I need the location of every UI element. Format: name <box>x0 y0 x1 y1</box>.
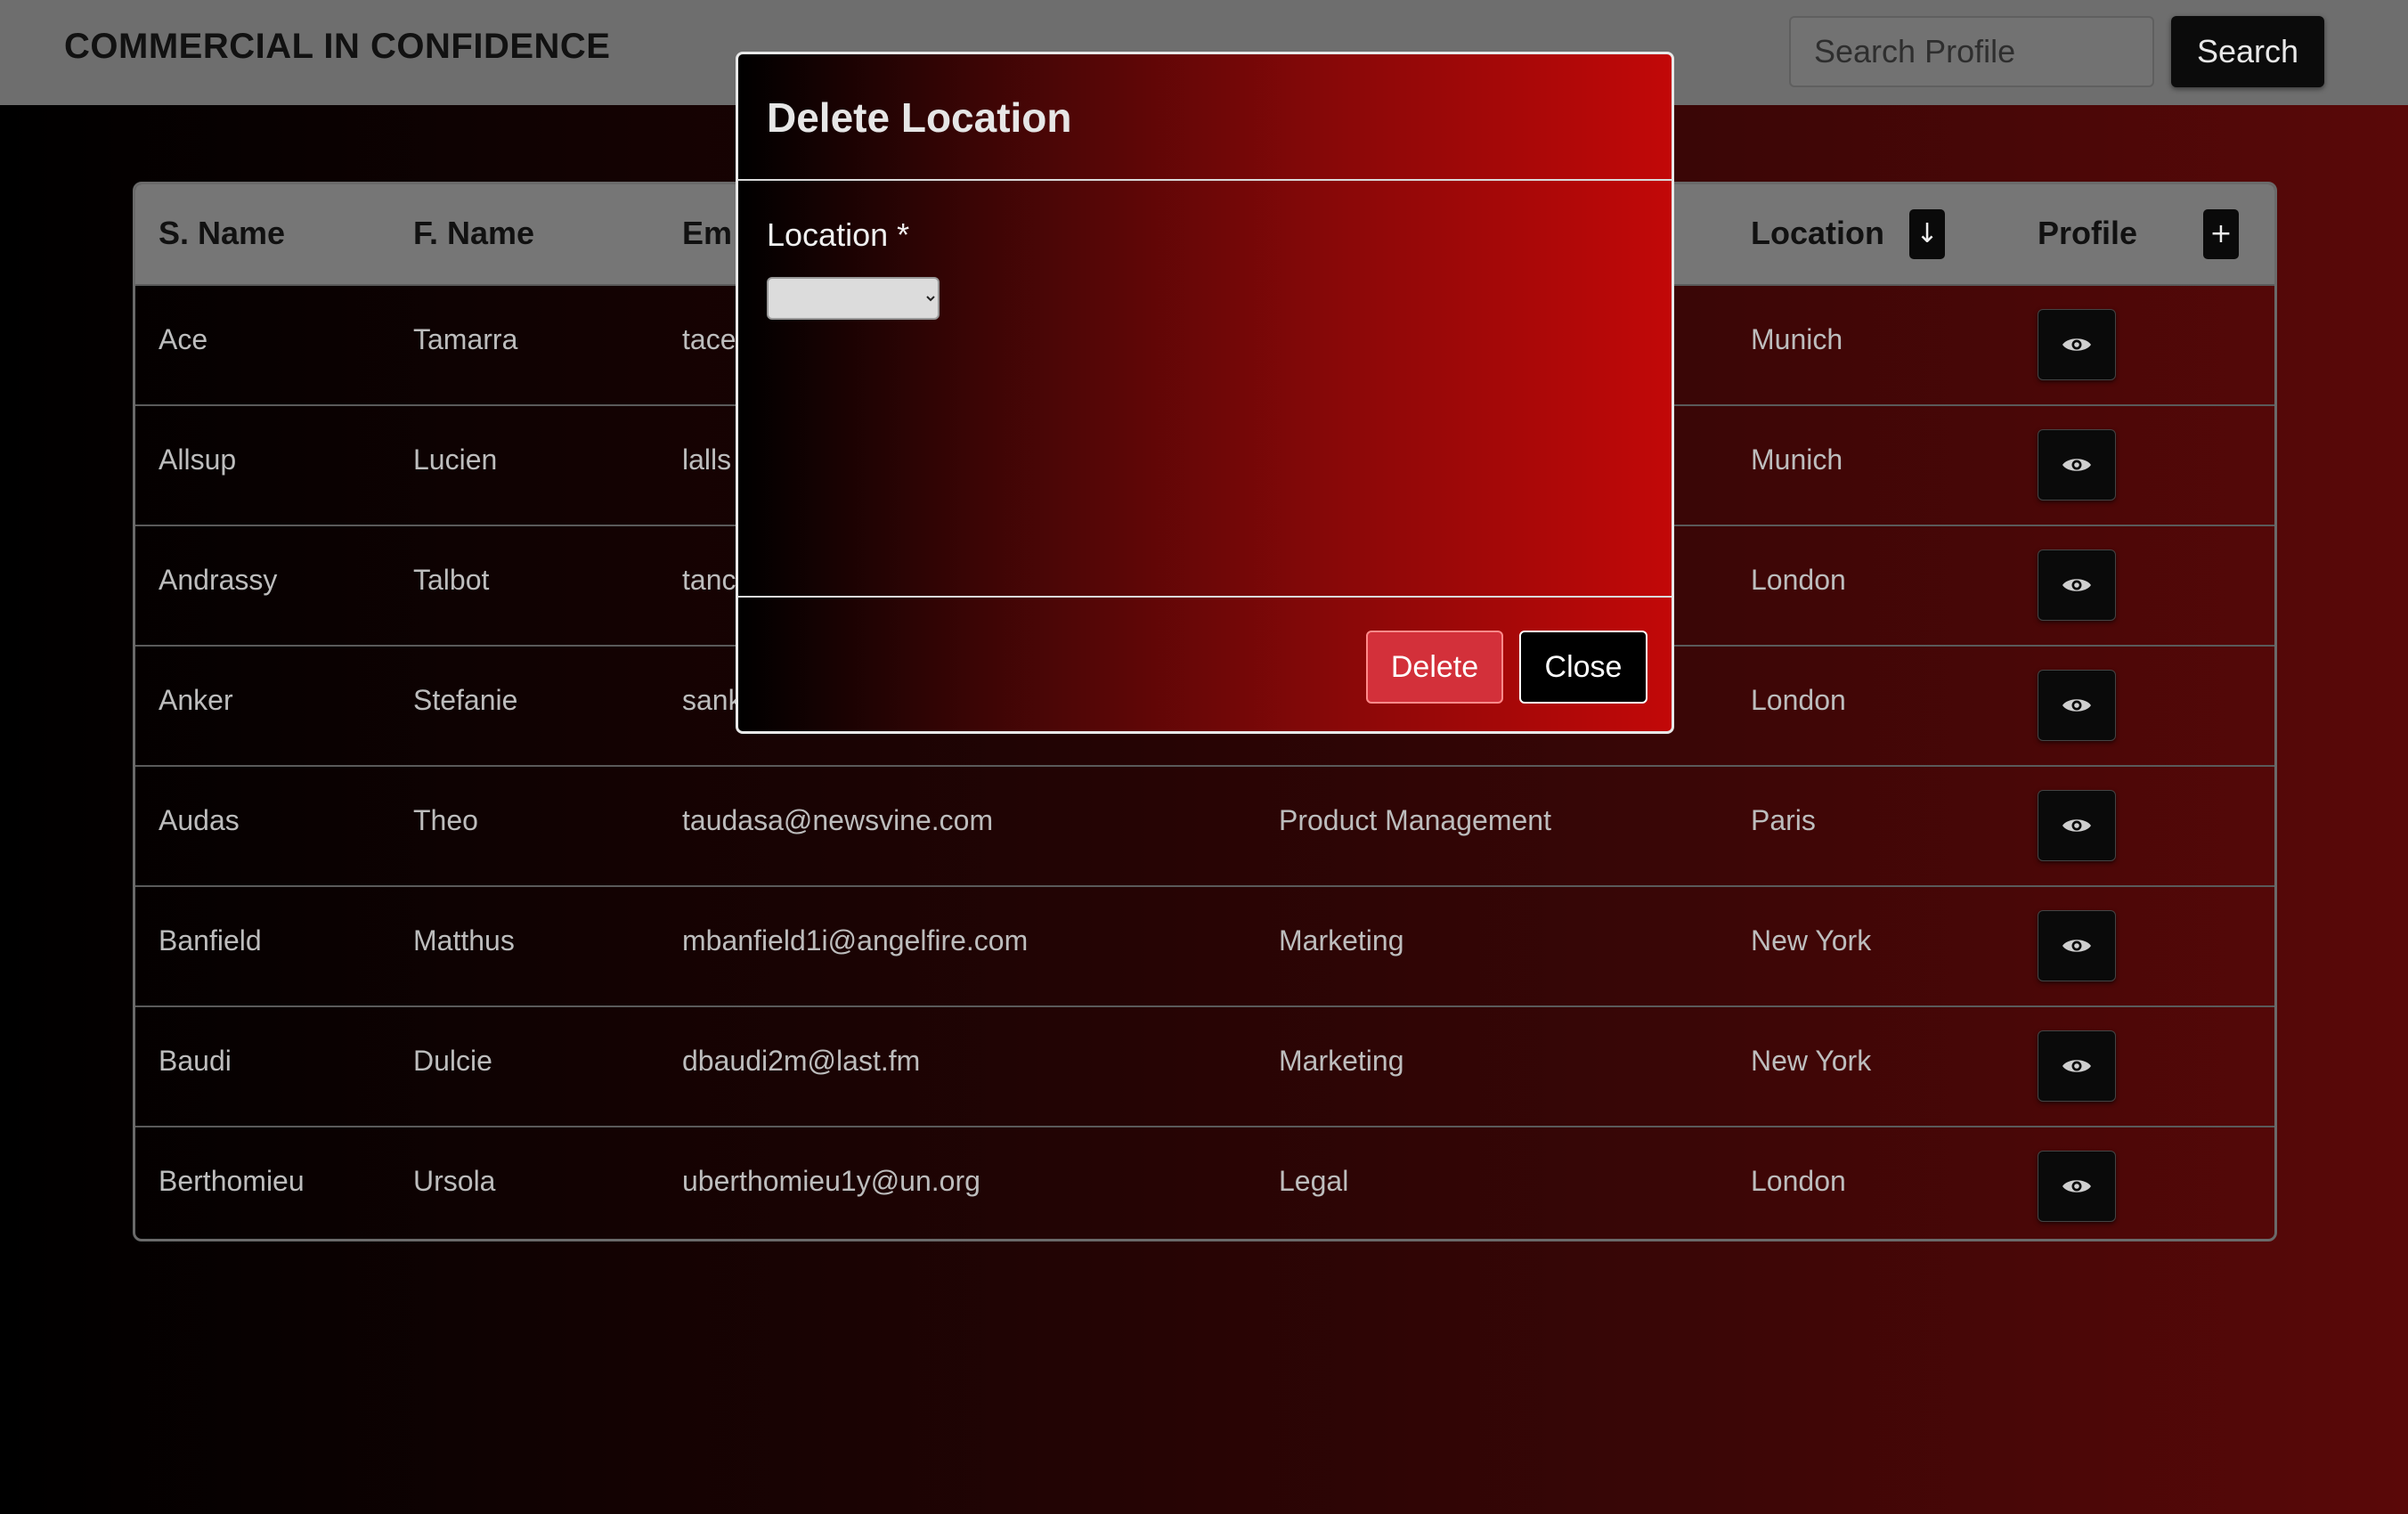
eye-icon <box>2038 455 2115 475</box>
cell-email: tanc <box>682 564 736 596</box>
view-profile-button[interactable] <box>2038 1151 2116 1222</box>
cell-surname: Audas <box>159 804 240 836</box>
table-row: Berthomieu Ursola uberthomieu1y@un.org Lega… <box>135 1126 2274 1239</box>
table-row: Baudi Dulcie dbaudi2m@last.fm Marketing New … <box>135 1005 2274 1126</box>
cell-firstname: Matthus <box>413 924 515 956</box>
view-profile-button[interactable] <box>2038 670 2116 741</box>
cell-firstname: Stefanie <box>413 684 518 716</box>
cell-firstname: Tamarra <box>413 323 518 355</box>
add-profile-button[interactable]: + <box>2203 209 2239 259</box>
cell-surname: Baudi <box>159 1045 232 1077</box>
eye-shape <box>2062 940 2091 952</box>
eye-shape <box>2062 819 2091 832</box>
cell-surname: Andrassy <box>159 564 278 596</box>
cell-firstname: Theo <box>413 804 478 836</box>
view-profile-button[interactable] <box>2038 790 2116 861</box>
cell-department: Marketing <box>1279 924 1404 956</box>
cell-firstname: Lucien <box>413 444 498 476</box>
modal-footer: Delete Close <box>738 596 1672 731</box>
cell-email: uberthomieu1y@un.org <box>682 1165 980 1197</box>
cell-location: London <box>1751 564 1846 596</box>
eye-shape <box>2062 699 2091 712</box>
eye-icon <box>2038 1176 2115 1196</box>
table-row: Banfield Matthus mbanfield1i@angelfire.com… <box>135 885 2274 1005</box>
cell-surname: Allsup <box>159 444 237 476</box>
eye-shape <box>2062 579 2091 591</box>
view-profile-button[interactable] <box>2038 429 2116 501</box>
cell-location: New York <box>1751 1045 1872 1077</box>
eye-icon <box>2038 816 2115 835</box>
sort-location-button[interactable]: ↓ <box>1909 209 1945 259</box>
eye-icon <box>2038 575 2115 595</box>
eye-shape <box>2062 338 2091 351</box>
view-profile-button[interactable] <box>2038 1030 2116 1102</box>
cell-email: dbaudi2m@last.fm <box>682 1045 921 1077</box>
header-location: Location <box>1751 215 1884 251</box>
cell-surname: Banfield <box>159 924 262 956</box>
cell-department: Marketing <box>1279 1045 1404 1077</box>
cell-surname: Anker <box>159 684 233 716</box>
modal-title: Delete Location <box>767 94 1072 141</box>
cell-firstname: Ursola <box>413 1165 496 1197</box>
search-input[interactable] <box>1789 16 2154 87</box>
eye-icon <box>2038 696 2115 715</box>
close-button[interactable]: Close <box>1519 631 1647 704</box>
cell-email: sank <box>682 684 743 716</box>
cell-location: London <box>1751 684 1846 716</box>
brand-title: COMMERCIAL IN CONFIDENCE <box>64 27 611 66</box>
delete-location-modal: Delete Location Location * Delete Close <box>736 52 1674 734</box>
eye-icon <box>2038 1056 2115 1076</box>
cell-location: Munich <box>1751 323 1843 355</box>
cell-surname: Berthomieu <box>159 1165 305 1197</box>
header-email: Em <box>682 215 733 251</box>
cell-location: Paris <box>1751 804 1816 836</box>
header-profile: Profile <box>2038 215 2138 251</box>
cell-department: Legal <box>1279 1165 1349 1197</box>
plus-icon: + <box>2209 218 2233 249</box>
cell-email: taudasa@newsvine.com <box>682 804 994 836</box>
location-field-label: Location * <box>767 216 910 253</box>
eye-icon <box>2038 936 2115 956</box>
location-select[interactable] <box>767 277 940 320</box>
eye-shape <box>2062 1180 2091 1192</box>
search-button[interactable]: Search <box>2171 16 2324 87</box>
modal-header: Delete Location <box>738 54 1672 181</box>
cell-email: mbanfield1i@angelfire.com <box>682 924 1029 956</box>
eye-shape <box>2062 459 2091 471</box>
view-profile-button[interactable] <box>2038 549 2116 621</box>
eye-icon <box>2038 335 2115 354</box>
delete-button[interactable]: Delete <box>1366 631 1503 704</box>
cell-location: Munich <box>1751 444 1843 476</box>
cell-firstname: Talbot <box>413 564 490 596</box>
header-surname: S. Name <box>159 215 286 251</box>
arrow-down-icon: ↓ <box>1916 218 1939 249</box>
cell-email: tace <box>682 323 736 355</box>
cell-location: New York <box>1751 924 1872 956</box>
cell-email: lalls <box>682 444 732 476</box>
eye-shape <box>2062 1060 2091 1072</box>
header-firstname: F. Name <box>413 215 535 251</box>
view-profile-button[interactable] <box>2038 910 2116 981</box>
cell-location: London <box>1751 1165 1846 1197</box>
view-profile-button[interactable] <box>2038 309 2116 380</box>
cell-firstname: Dulcie <box>413 1045 492 1077</box>
cell-department: Product Management <box>1279 804 1551 836</box>
table-row: Audas Theo taudasa@newsvine.com Product Man… <box>135 765 2274 885</box>
cell-surname: Ace <box>159 323 208 355</box>
